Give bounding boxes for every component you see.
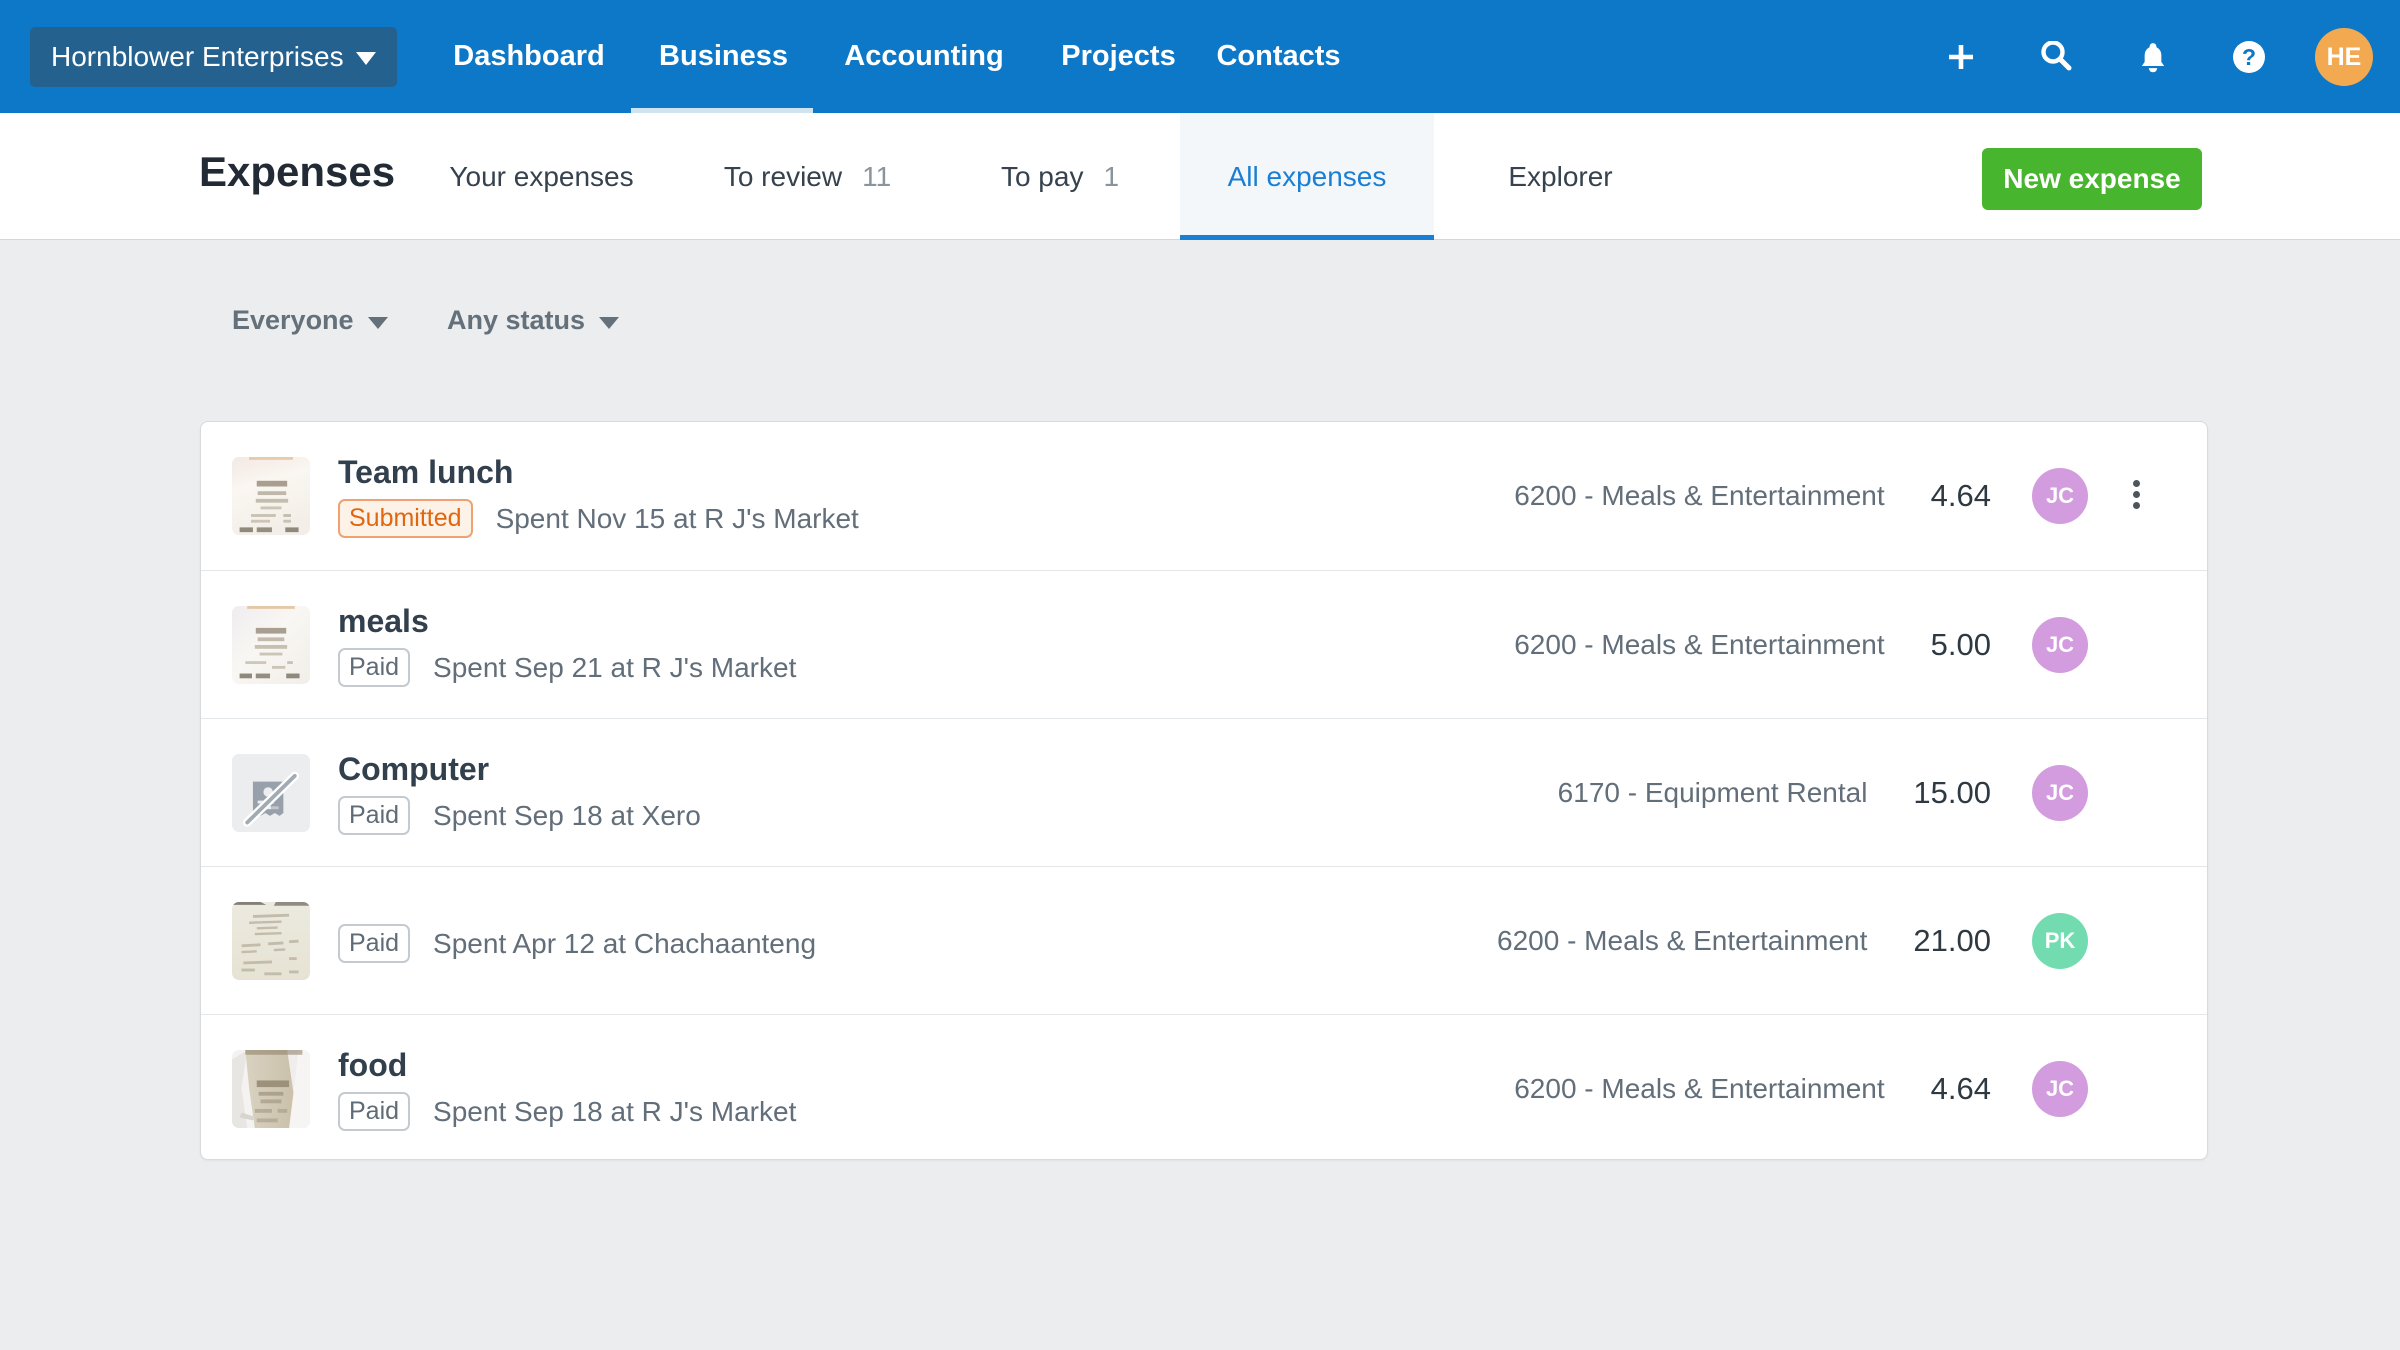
svg-text:?: ? <box>2242 44 2256 70</box>
